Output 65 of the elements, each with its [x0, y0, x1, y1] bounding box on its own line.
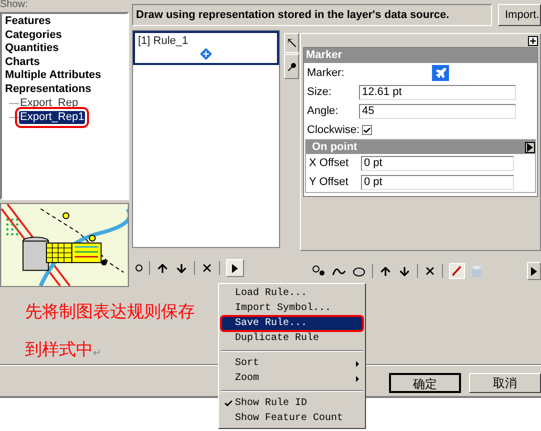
menu-item[interactable]: Save Rule... — [221, 316, 363, 331]
description-text: Draw using representation stored in the layer's data source. — [132, 4, 492, 26]
menu-item[interactable]: Zoom — [235, 371, 260, 386]
category-item[interactable]: Representations — [5, 82, 127, 96]
category-item[interactable]: Multiple Attributes — [5, 69, 127, 82]
field-label: X Offset — [309, 156, 350, 172]
tab-button[interactable] — [284, 33, 299, 53]
menu-item[interactable]: Import Symbol... — [221, 301, 363, 316]
field-label: Size: — [307, 85, 332, 100]
field-label: Angle: — [307, 104, 340, 120]
delete-icon[interactable] — [201, 262, 213, 274]
category-item[interactable]: Quantities — [5, 42, 127, 56]
move-down-icon[interactable] — [175, 262, 188, 274]
import-button[interactable]: Import. — [498, 4, 541, 26]
category-item[interactable]: Categories — [5, 28, 127, 42]
show-label: Show: — [0, 0, 29, 12]
pointer-icon — [288, 39, 296, 47]
menu-arrow-button[interactable] — [226, 259, 244, 277]
menu-item[interactable]: Sort — [235, 356, 260, 371]
text-field[interactable]: 12.61 pt — [359, 85, 516, 100]
add-point-icon[interactable] — [312, 265, 326, 277]
representation-item[interactable]: Export_Rep1 — [19, 110, 86, 124]
category-item[interactable]: Charts — [5, 56, 127, 69]
field-label: Marker: — [307, 66, 346, 81]
group-header: On point — [312, 140, 358, 154]
paragraph-mark: ↵ — [93, 348, 101, 360]
rule-label: [1] Rule_1 — [138, 35, 188, 47]
clockwise-checkbox[interactable] — [362, 125, 372, 135]
play-icon — [527, 142, 533, 152]
play-icon — [531, 266, 537, 276]
text-field[interactable]: 0 pt — [361, 175, 514, 190]
move-up-icon[interactable] — [156, 262, 169, 274]
brush-icon[interactable] — [449, 263, 465, 279]
move-down-icon[interactable] — [398, 264, 411, 278]
move-up-icon[interactable] — [379, 264, 392, 278]
rule-item[interactable]: [1] Rule_1 — [133, 31, 279, 65]
submenu-arrow-icon — [356, 376, 359, 382]
delete-icon[interactable] — [424, 265, 436, 277]
text-field[interactable]: 0 pt — [361, 156, 514, 171]
field-label: Y Offset — [309, 175, 350, 190]
text-field[interactable]: 45 — [359, 104, 516, 119]
section-menu-button[interactable] — [525, 142, 535, 152]
field-label: Clockwise: — [307, 122, 360, 138]
tab-button[interactable] — [284, 54, 299, 79]
menu-item[interactable]: Show Rule ID — [235, 396, 308, 411]
play-icon — [232, 264, 238, 272]
representation-item[interactable]: Export_Rep — [19, 96, 80, 110]
check-icon — [224, 399, 232, 408]
group-header: Marker — [304, 48, 537, 63]
diamond-symbol-icon — [200, 48, 212, 60]
add-icon[interactable] — [135, 264, 143, 272]
menu-item[interactable]: Show Feature Count — [235, 411, 344, 426]
submenu-arrow-icon — [356, 360, 359, 366]
annotation-text: 到样式中 — [25, 340, 93, 360]
expand-button[interactable] — [528, 36, 538, 46]
menu-arrow-button[interactable] — [527, 262, 541, 280]
add-fill-icon[interactable] — [352, 265, 366, 277]
dialog-button[interactable]: 取消 — [469, 373, 541, 393]
marker-pin-icon — [288, 62, 296, 70]
dialog-button[interactable]: 确定 — [389, 373, 461, 393]
menu-item[interactable]: Load Rule... — [221, 286, 363, 301]
menu-item[interactable]: Duplicate Rule — [221, 331, 363, 346]
category-item[interactable]: Features — [5, 15, 127, 28]
airplane-marker-icon[interactable] — [432, 65, 449, 81]
annotation-text: 先将制图表达规则保存 — [25, 302, 195, 322]
